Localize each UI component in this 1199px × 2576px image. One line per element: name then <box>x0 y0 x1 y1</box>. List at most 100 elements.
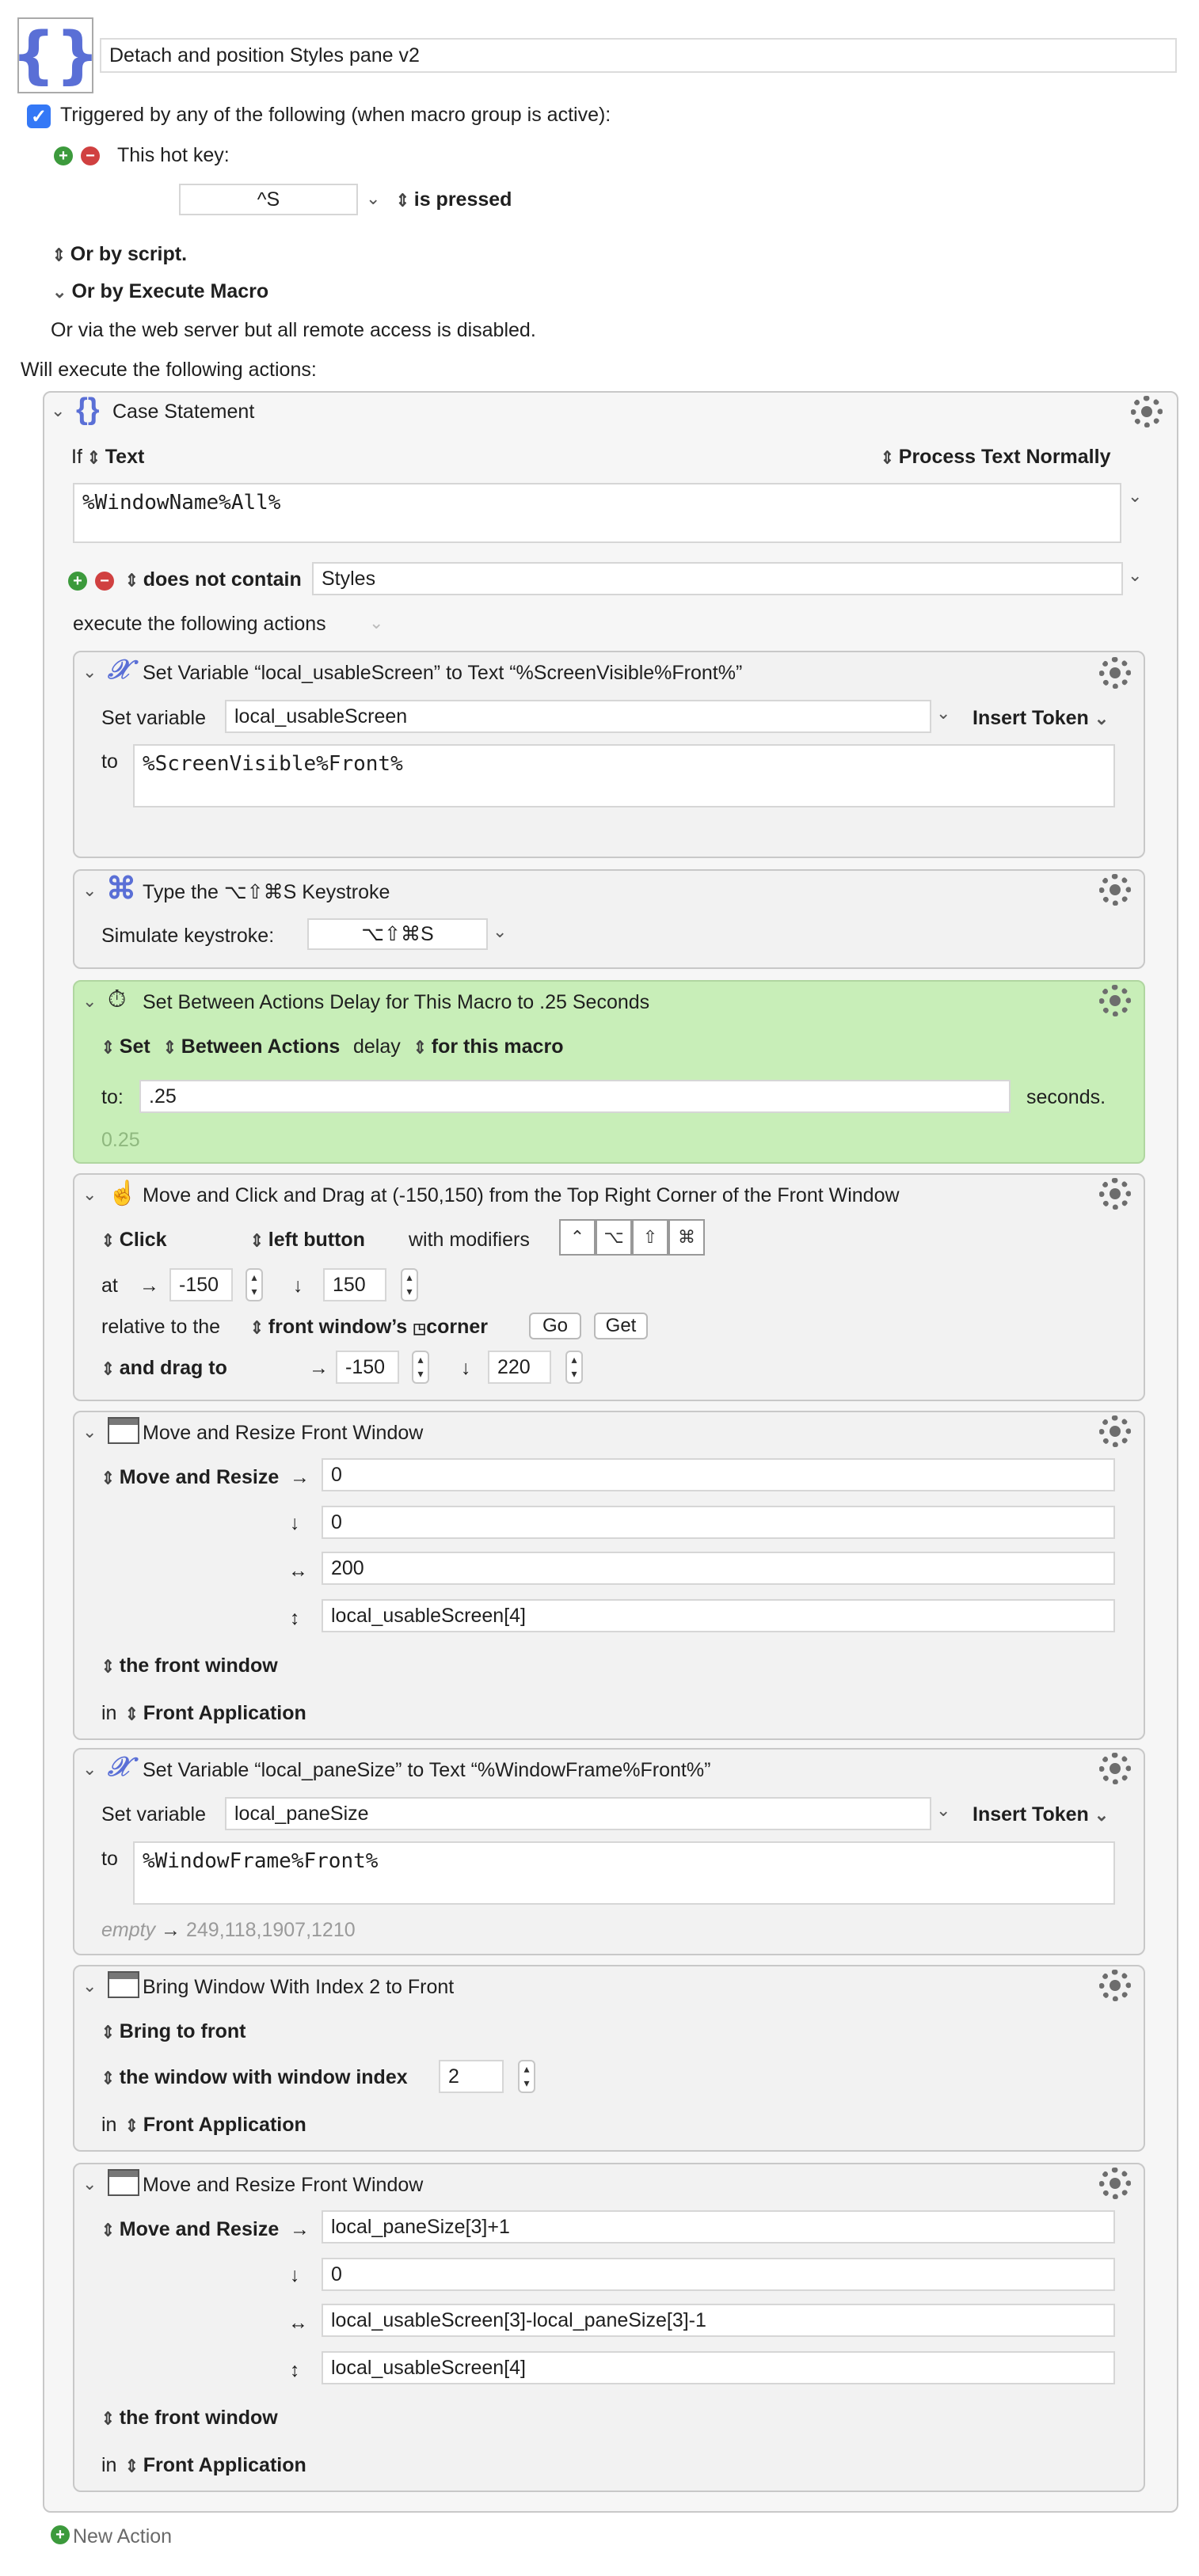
click-popup[interactable]: ⇕ Click <box>101 1229 167 1252</box>
between-actions-popup[interactable]: ⇕ Between Actions <box>163 1035 340 1058</box>
keystroke-field[interactable]: ⌥⇧⌘S <box>307 918 488 950</box>
variable-value-field[interactable]: %WindowFrame%Front% <box>133 1841 1115 1905</box>
gear-icon[interactable] <box>1131 396 1163 427</box>
variable-name-field[interactable]: local_usableScreen <box>225 700 931 733</box>
drag-x-field[interactable]: -150 <box>336 1351 399 1384</box>
trigger-checkbox[interactable]: ✓ <box>27 104 51 128</box>
drag-y-field[interactable]: 220 <box>488 1351 551 1384</box>
variable-name-field[interactable]: local_paneSize <box>225 1797 931 1830</box>
y-stepper[interactable]: ▴ ▾ <box>401 1268 418 1301</box>
go-button[interactable]: Go <box>529 1313 581 1339</box>
move-resize-popup[interactable]: ⇕ Move and Resize <box>101 2218 279 2241</box>
updown-icon: ⇕ <box>101 1657 115 1677</box>
collapse-chevron-icon[interactable]: ⌄ <box>51 401 65 421</box>
process-text-popup[interactable]: ⇕ Process Text Normally <box>881 446 1110 469</box>
new-action-link[interactable]: New Action <box>73 2525 172 2548</box>
height-field[interactable]: local_usableScreen[4] <box>322 2351 1115 2384</box>
y-offset-field[interactable]: 150 <box>323 1268 386 1301</box>
condition-value-field[interactable]: Styles <box>312 562 1123 595</box>
gear-icon[interactable] <box>1099 1415 1131 1447</box>
case-text-field[interactable]: %WindowName%All% <box>73 483 1121 543</box>
command-modifier-icon[interactable]: ⌘ <box>668 1219 705 1256</box>
height-field[interactable]: local_usableScreen[4] <box>322 1599 1115 1632</box>
gear-icon[interactable] <box>1099 985 1131 1016</box>
hotkey-dropdown-icon[interactable]: ⌄ <box>366 188 380 209</box>
preview-value: 249,118,1907,1210 <box>186 1919 356 1941</box>
variable-dropdown-icon[interactable]: ⌄ <box>936 1800 950 1821</box>
top-field[interactable]: 0 <box>322 1506 1115 1539</box>
is-pressed-popup[interactable]: ⇕ is pressed <box>396 188 512 211</box>
application-popup[interactable]: ⇕ Front Application <box>125 2454 306 2477</box>
top-field[interactable]: 0 <box>322 2258 1115 2291</box>
delay-value-field[interactable]: .25 <box>139 1080 1011 1113</box>
collapse-chevron-icon[interactable]: ⌄ <box>82 1422 97 1442</box>
variable-dropdown-icon[interactable]: ⌄ <box>936 703 950 724</box>
add-condition-icon[interactable]: + <box>68 572 87 591</box>
execute-chevron-icon[interactable]: ⌄ <box>369 613 383 633</box>
condition-label: does not contain <box>143 568 302 591</box>
remove-trigger-icon[interactable]: − <box>81 146 100 165</box>
window-index-field[interactable]: 2 <box>439 2060 504 2093</box>
front-window-popup[interactable]: ⇕ front window’s ◳corner <box>250 1316 488 1339</box>
gear-icon[interactable] <box>1099 1970 1131 2001</box>
collapse-chevron-icon[interactable]: ⌄ <box>82 662 97 682</box>
execute-actions-label: execute the following actions <box>73 613 326 635</box>
updown-icon: ⇕ <box>101 1231 115 1252</box>
remove-condition-icon[interactable]: − <box>95 572 114 591</box>
left-field[interactable]: local_paneSize[3]+1 <box>322 2210 1115 2244</box>
window-icon <box>108 1971 139 1998</box>
application-popup[interactable]: ⇕ Front Application <box>125 2114 306 2137</box>
move-resize-popup[interactable]: ⇕ Move and Resize <box>101 1466 279 1489</box>
or-by-script[interactable]: ⇕ Or by script. <box>52 243 187 266</box>
drag-y-stepper[interactable]: ▴ ▾ <box>565 1351 583 1384</box>
gear-icon[interactable] <box>1099 1178 1131 1210</box>
macro-icon[interactable]: {} <box>11 17 100 93</box>
condition-dropdown-icon[interactable]: ⌄ <box>1128 565 1142 586</box>
target-window-popup[interactable]: ⇕ the front window <box>101 1655 278 1677</box>
application-popup[interactable]: ⇕ Front Application <box>125 1702 306 1725</box>
button-popup[interactable]: ⇕ left button <box>250 1229 365 1252</box>
gear-icon[interactable] <box>1099 2168 1131 2199</box>
option-modifier-icon[interactable]: ⌥ <box>596 1219 632 1256</box>
collapse-chevron-icon[interactable]: ⌄ <box>82 1976 97 1997</box>
x-stepper[interactable]: ▴ ▾ <box>246 1268 263 1301</box>
set-popup[interactable]: ⇕ Set <box>101 1035 150 1058</box>
keystroke-dropdown-icon[interactable]: ⌄ <box>493 921 507 942</box>
collapse-chevron-icon[interactable]: ⌄ <box>82 880 97 901</box>
control-modifier-icon[interactable]: ⌃ <box>559 1219 596 1256</box>
window-index-popup[interactable]: ⇕ the window with window index <box>101 2066 408 2089</box>
variable-value-field[interactable]: %ScreenVisible%Front% <box>133 744 1115 807</box>
or-by-execute-label: Or by Execute Macro <box>71 280 269 302</box>
collapse-chevron-icon[interactable]: ⌄ <box>82 2174 97 2194</box>
insert-token-button[interactable]: Insert Token ⌄ <box>973 707 1109 730</box>
left-field[interactable]: 0 <box>322 1458 1115 1491</box>
add-trigger-icon[interactable]: + <box>54 146 73 165</box>
hotkey-field[interactable]: ^S <box>179 184 358 215</box>
condition-popup[interactable]: ⇕ does not contain <box>125 568 302 591</box>
window-icon <box>108 2169 139 2196</box>
insert-token-button[interactable]: Insert Token ⌄ <box>973 1803 1109 1826</box>
collapse-chevron-icon[interactable]: ⌄ <box>82 1759 97 1780</box>
get-button[interactable]: Get <box>594 1313 648 1339</box>
drag-to-popup[interactable]: ⇕ and drag to <box>101 1357 227 1380</box>
case-type-popup[interactable]: ⇕ Text <box>87 446 144 469</box>
drag-x-stepper[interactable]: ▴ ▾ <box>412 1351 429 1384</box>
x-offset-field[interactable]: -150 <box>169 1268 233 1301</box>
gear-icon[interactable] <box>1099 874 1131 906</box>
gear-icon[interactable] <box>1099 657 1131 689</box>
collapse-chevron-icon[interactable]: ⌄ <box>82 991 97 1012</box>
width-field[interactable]: 200 <box>322 1552 1115 1585</box>
for-this-macro-popup[interactable]: ⇕ for this macro <box>413 1035 563 1058</box>
width-field[interactable]: local_usableScreen[3]-local_paneSize[3]-… <box>322 2304 1115 2337</box>
or-by-execute-macro[interactable]: ⌄ Or by Execute Macro <box>52 280 268 303</box>
gear-icon[interactable] <box>1099 1753 1131 1784</box>
macro-name-field[interactable]: Detach and position Styles pane v2 <box>100 38 1177 73</box>
target-window-popup[interactable]: ⇕ the front window <box>101 2407 278 2430</box>
shift-modifier-icon[interactable]: ⇧ <box>632 1219 668 1256</box>
case-text-dropdown-icon[interactable]: ⌄ <box>1128 486 1142 507</box>
window-index-stepper[interactable]: ▴ ▾ <box>518 2060 535 2093</box>
bring-to-front-popup[interactable]: ⇕ Bring to front <box>101 2020 246 2043</box>
collapse-chevron-icon[interactable]: ⌄ <box>82 1184 97 1205</box>
right-arrow-icon: → <box>309 1357 329 1379</box>
new-action-icon[interactable]: + <box>51 2525 70 2544</box>
